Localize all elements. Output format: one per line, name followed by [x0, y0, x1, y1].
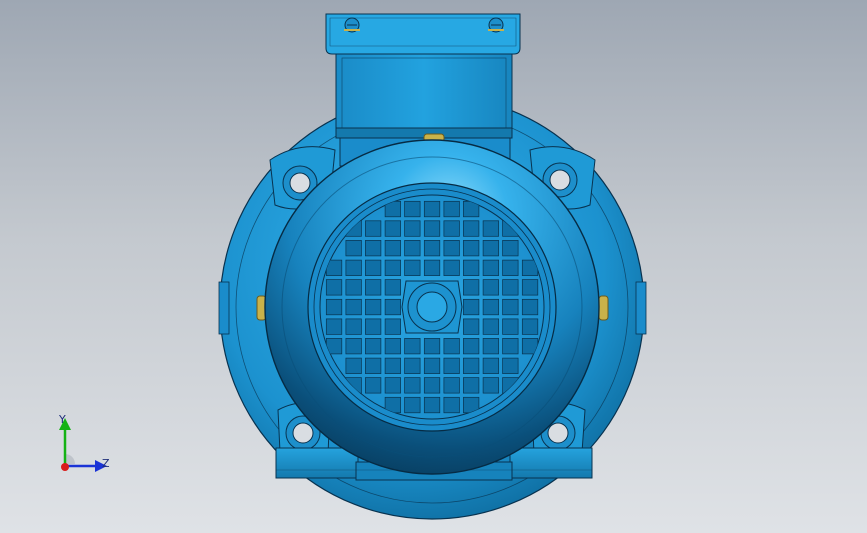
grille-cell — [384, 279, 401, 296]
orientation-triad: Y Z — [45, 410, 125, 480]
grille-cell — [521, 279, 539, 296]
grille-cell — [443, 338, 460, 355]
grille-cell — [345, 338, 362, 355]
grille-cell — [502, 298, 519, 316]
grille-cell — [365, 377, 382, 394]
grille-cell — [423, 220, 441, 237]
grille-cell — [502, 357, 519, 374]
terminal-box-lid — [325, 13, 521, 55]
grille-cell — [384, 220, 401, 237]
grille-cell — [384, 318, 401, 335]
cad-viewport[interactable]: Y Z — [0, 0, 867, 533]
grille-cell — [502, 318, 519, 335]
grille-cell — [521, 318, 539, 335]
grille-cell — [404, 396, 421, 414]
grille-cell — [463, 298, 480, 316]
grille-cell — [463, 220, 480, 237]
grille-cell — [482, 377, 499, 394]
z-axis-label: Z — [102, 457, 110, 470]
grille-cell — [443, 396, 460, 414]
grille-cell — [482, 240, 499, 257]
grille-cell — [502, 279, 519, 296]
grille-cell — [345, 279, 362, 296]
grille-cell — [404, 338, 421, 355]
grille-cell — [482, 259, 499, 276]
triad-axes — [59, 418, 107, 472]
grille-cell — [423, 377, 441, 394]
grille-cell — [443, 220, 460, 237]
grille-cell — [384, 338, 401, 355]
grille-cell — [443, 357, 460, 374]
grille-cell — [365, 240, 382, 257]
grille-cell — [404, 220, 421, 237]
grille-cell — [502, 259, 519, 276]
grille-cell — [404, 357, 421, 374]
grille-cell — [463, 357, 480, 374]
grille-cell — [325, 298, 343, 316]
grille-cell — [463, 338, 480, 355]
grille-cell — [404, 377, 421, 394]
grille-cell — [482, 357, 499, 374]
grille-cell — [463, 377, 480, 394]
grille-cell — [482, 318, 499, 335]
grille-cell — [423, 240, 441, 257]
grille-hub — [401, 280, 463, 334]
grille-cell — [443, 240, 460, 257]
grille-cell — [502, 338, 519, 355]
grille-cell — [463, 318, 480, 335]
grille-cell — [345, 298, 362, 316]
grille-cell — [423, 357, 441, 374]
grille-cell — [345, 259, 362, 276]
grille-cell — [365, 318, 382, 335]
grille-cell — [365, 220, 382, 237]
grille-cell — [365, 298, 382, 316]
grille-cell — [404, 259, 421, 276]
grille-cell — [482, 220, 499, 237]
origin-dot — [61, 463, 69, 471]
grille-cell — [325, 318, 343, 335]
grille-cell — [443, 200, 460, 218]
grille-cell — [365, 338, 382, 355]
grille-cell — [423, 338, 441, 355]
grille-cell — [463, 259, 480, 276]
grille-cell — [482, 279, 499, 296]
grille-cell — [325, 279, 343, 296]
grille-cell — [384, 298, 401, 316]
grille-cell — [384, 259, 401, 276]
grille-cell — [463, 240, 480, 257]
y-axis-label: Y — [59, 413, 66, 426]
grille-cell — [365, 357, 382, 374]
grille-cell — [365, 279, 382, 296]
grille-cell — [384, 377, 401, 394]
grille-cell — [521, 298, 539, 316]
motor-model[interactable] — [0, 0, 867, 533]
grille-cell — [423, 396, 441, 414]
grille-cell — [463, 279, 480, 296]
grille-cell — [482, 298, 499, 316]
grille-cell — [345, 318, 362, 335]
grille-cell — [345, 240, 362, 257]
grille-cell — [482, 338, 499, 355]
grille-cell — [384, 240, 401, 257]
grille-cell — [365, 259, 382, 276]
grille-cell — [443, 259, 460, 276]
grille-cell — [345, 357, 362, 374]
vent-grille — [319, 194, 545, 420]
grille-cell — [443, 377, 460, 394]
grille-cell — [404, 240, 421, 257]
grille-cell — [502, 240, 519, 257]
grille-cell — [423, 200, 441, 218]
grille-cell — [423, 259, 441, 276]
grille-cell — [384, 357, 401, 374]
grille-cell — [404, 200, 421, 218]
